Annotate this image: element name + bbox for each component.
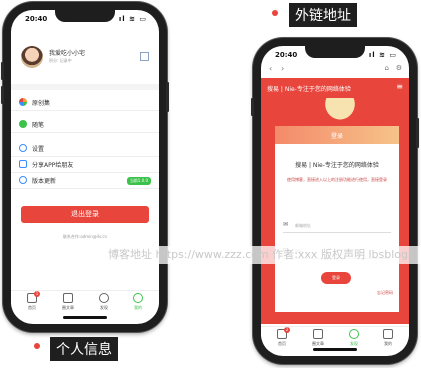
menu-label: 分享APP给朋友 xyxy=(32,162,74,169)
qr-code-icon[interactable] xyxy=(140,52,149,61)
tab-label: 首页 xyxy=(278,341,286,346)
settings-icon[interactable]: ⚙ xyxy=(396,64,402,72)
page-title: 搜易 | Nie-专注于您的网络体验 xyxy=(267,86,351,93)
bottom-tab-bar: 首页 1 圈文章 发现 我的 xyxy=(11,290,159,315)
people-icon xyxy=(313,329,323,339)
chat-icon xyxy=(19,120,27,128)
menu-item-notes[interactable]: 随笔 xyxy=(11,116,159,133)
tab-label: 圈文章 xyxy=(62,305,74,310)
menu-label: 版本更新 xyxy=(32,178,57,185)
profile-subtitle: 积分: 记录中 xyxy=(49,58,72,63)
card-header-label: 登录 xyxy=(330,133,343,140)
compass-icon xyxy=(349,329,359,339)
right-phone-frame: 20:40 ıl ≋ ▭ ‹ › ⌂ ⚙ 搜易 | Nie-专注于您的网络体验 … xyxy=(251,38,419,364)
tab-label: 我的 xyxy=(384,341,392,346)
home-indicator xyxy=(313,348,357,351)
people-icon xyxy=(63,293,73,303)
tab-me[interactable]: 我的 xyxy=(123,293,153,311)
menu-label: 随笔 xyxy=(32,122,45,129)
card-description: 使用博客，直接进入以上的注册功能进行使用，直接登录 xyxy=(287,177,387,182)
contact-text: 联系合作:admin@ilv.cn xyxy=(62,234,108,239)
back-arrow-icon[interactable]: ‹ xyxy=(269,64,272,73)
headphone-icon xyxy=(19,176,27,184)
menu-item-update[interactable]: 版本更新 当前1.0.0 xyxy=(11,172,159,189)
notification-badge: 2 xyxy=(284,327,290,333)
menu-label: 原创集 xyxy=(32,100,51,107)
power-button xyxy=(416,118,419,148)
login-card: 登录 搜易 | Nie-专注于您的网络体验 使用博客，直接进入以上的注册功能进行… xyxy=(275,126,399,312)
page-header: 搜易 | Nie-专注于您的网络体验 ≡ xyxy=(261,78,409,98)
email-field[interactable]: ✉ 邮箱地址 xyxy=(283,220,391,233)
callout-dot xyxy=(272,10,278,16)
notification-badge: 1 xyxy=(34,291,40,297)
tab-discover[interactable]: 发现 xyxy=(89,293,119,311)
status-time: 20:40 xyxy=(25,15,48,23)
menu-item-original[interactable]: 原创集 xyxy=(11,94,159,111)
card-header: 登录 xyxy=(275,126,399,144)
right-phone-screen: 20:40 ıl ≋ ▭ ‹ › ⌂ ⚙ 搜易 | Nie-专注于您的网络体验 … xyxy=(261,46,409,356)
anime-banner xyxy=(317,98,363,128)
watermark-bar: 博客地址 https://www.zzz.com 作者:xxx 版权声明 lbs… xyxy=(104,246,421,264)
login-button[interactable]: 登录 xyxy=(321,272,351,284)
power-button xyxy=(166,82,169,112)
avatar[interactable] xyxy=(21,46,43,68)
status-icons: ıl ≋ ▭ xyxy=(118,15,147,23)
share-icon xyxy=(19,160,27,168)
tab-discover[interactable]: 发现 xyxy=(339,329,369,347)
version-badge: 当前1.0.0 xyxy=(126,177,151,185)
tab-label: 发现 xyxy=(350,341,358,346)
status-icons: ıl ≋ ▭ xyxy=(368,51,397,59)
menu-item-settings[interactable]: 设置 xyxy=(11,140,159,157)
compass-icon xyxy=(99,293,109,303)
forgot-password-link[interactable]: 忘记密码 xyxy=(377,290,393,296)
left-phone-screen: 20:40 ıl ≋ ▭ 我爱吃小小宅 积分: 记录中 原创集 随笔 设置 分享… xyxy=(11,10,159,324)
user-icon xyxy=(133,293,143,303)
flower-icon xyxy=(19,98,27,106)
browser-nav-bar: ‹ › ⌂ ⚙ xyxy=(261,62,409,76)
left-phone-frame: 20:40 ıl ≋ ▭ 我爱吃小小宅 积分: 记录中 原创集 随笔 设置 分享… xyxy=(1,2,169,332)
email-placeholder: 邮箱地址 xyxy=(295,223,311,228)
card-title: 搜易 | Nie-专注于您的网络体验 xyxy=(295,162,379,169)
home-indicator xyxy=(63,316,107,319)
profile-card[interactable]: 我爱吃小小宅 积分: 记录中 xyxy=(11,34,159,90)
tab-home[interactable]: 首页 xyxy=(267,329,297,347)
profile-name: 我爱吃小小宅 xyxy=(49,50,86,57)
callout-dot xyxy=(34,343,40,349)
side-button xyxy=(1,86,4,104)
home-icon[interactable]: ⌂ xyxy=(385,64,389,72)
mail-icon: ✉ xyxy=(283,221,289,228)
callout-personal-info: 个人信息 xyxy=(50,337,118,361)
callout-external-link: 外链地址 xyxy=(289,3,357,27)
tab-label: 我的 xyxy=(134,305,142,310)
tab-label: 发现 xyxy=(100,305,108,310)
tab-label: 首页 xyxy=(28,305,36,310)
status-time: 20:40 xyxy=(275,51,298,59)
status-bar: 20:40 ıl ≋ ▭ xyxy=(11,10,159,26)
tab-articles[interactable]: 圈文章 xyxy=(303,329,333,347)
menu-item-share[interactable]: 分享APP给朋友 xyxy=(11,156,159,173)
menu-icon[interactable]: ≡ xyxy=(396,82,403,91)
user-icon xyxy=(383,329,393,339)
side-button xyxy=(1,62,4,80)
tab-me[interactable]: 我的 xyxy=(373,329,403,347)
logout-button[interactable]: 退出登录 xyxy=(21,206,149,223)
side-button xyxy=(251,98,254,116)
tab-articles[interactable]: 圈文章 xyxy=(53,293,83,311)
status-bar: 20:40 ıl ≋ ▭ xyxy=(261,46,409,62)
forward-arrow-icon[interactable]: › xyxy=(281,64,284,73)
tab-label: 圈文章 xyxy=(312,341,324,346)
tab-home[interactable]: 首页 xyxy=(17,293,47,311)
menu-label: 设置 xyxy=(32,146,45,153)
gear-icon xyxy=(19,144,27,152)
